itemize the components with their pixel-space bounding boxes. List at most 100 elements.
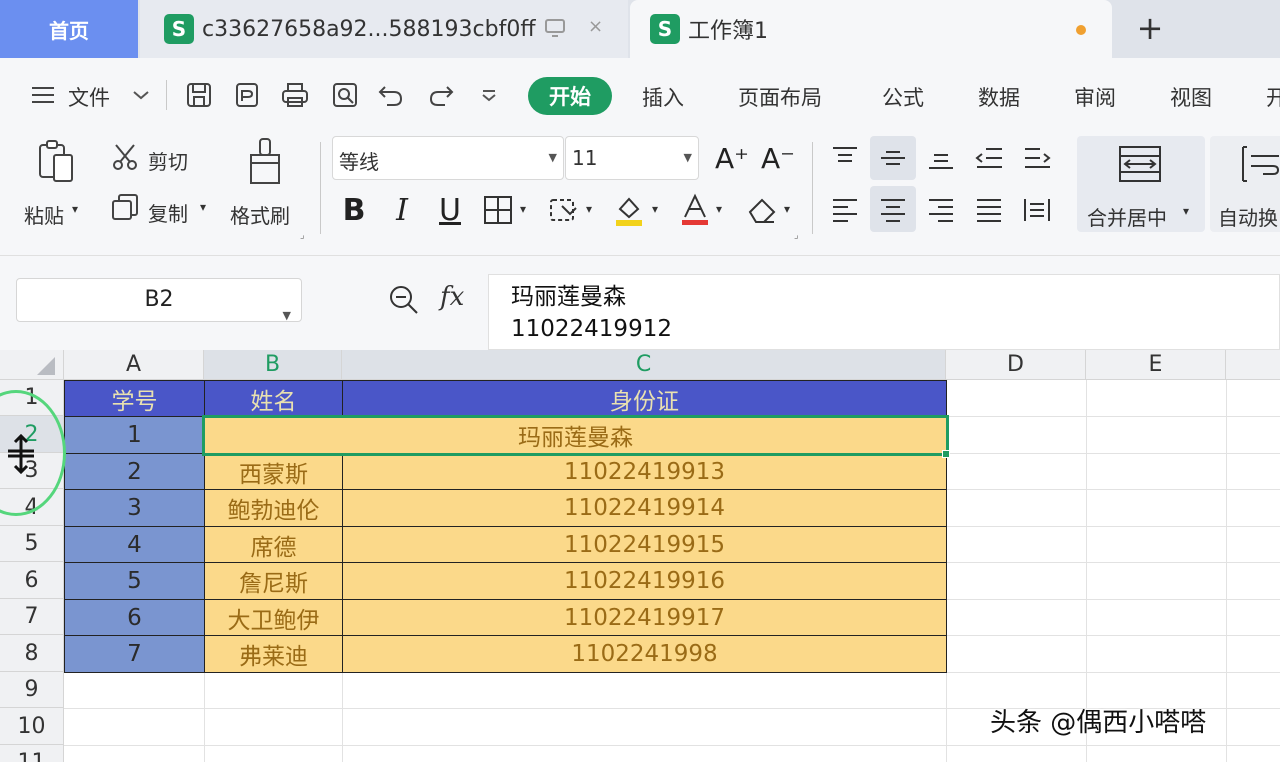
cell-a2[interactable]: 1 — [64, 416, 205, 454]
tab-close-icon[interactable]: × — [588, 16, 603, 37]
cell-c8[interactable]: 1102241998 — [342, 635, 947, 673]
cell-a7[interactable]: 6 — [64, 599, 205, 636]
format-painter-icon[interactable] — [242, 136, 288, 188]
tab-data[interactable]: 数据 — [978, 82, 1020, 112]
column-header-d[interactable]: D — [946, 350, 1086, 380]
customize-toolbar-icon[interactable] — [472, 78, 506, 112]
new-tab-button[interactable]: + — [1130, 8, 1170, 48]
cut-button[interactable]: 剪切 — [148, 146, 188, 175]
row-header-9[interactable]: 9 — [0, 672, 64, 708]
tab-home[interactable]: 首页 — [0, 0, 138, 58]
monitor-icon[interactable] — [544, 18, 566, 42]
spreadsheet-grid[interactable]: A B C D E 1 2 3 4 5 6 7 8 9 10 11 学号 姓名 — [0, 350, 1280, 762]
tab-review[interactable]: 审阅 — [1074, 82, 1116, 112]
menu-file[interactable]: 文件 — [68, 82, 110, 112]
align-center-icon[interactable] — [874, 192, 912, 228]
fill-style-dropdown-icon[interactable]: ▾ — [586, 202, 592, 216]
cell-c4[interactable]: 11022419914 — [342, 489, 947, 527]
copy-dropdown-icon[interactable]: ▾ — [200, 200, 206, 214]
name-box[interactable]: B2 ▼ — [16, 278, 302, 322]
column-header-c[interactable]: C — [342, 350, 946, 380]
indent-decrease-icon[interactable] — [970, 140, 1008, 176]
fill-style-icon[interactable] — [546, 192, 582, 228]
zoom-formula-icon[interactable] — [388, 284, 420, 323]
column-header-a[interactable]: A — [64, 350, 204, 380]
redo-icon[interactable] — [424, 78, 458, 112]
align-left-icon[interactable] — [826, 192, 864, 228]
align-top-icon[interactable] — [826, 140, 864, 176]
fill-color-dropdown-icon[interactable]: ▾ — [652, 202, 658, 216]
cell-a6[interactable]: 5 — [64, 562, 205, 600]
justify-icon[interactable] — [970, 192, 1008, 228]
align-right-icon[interactable] — [922, 192, 960, 228]
cell-a5[interactable]: 4 — [64, 526, 205, 563]
column-header-b[interactable]: B — [204, 350, 342, 380]
merge-center-button[interactable]: 合并居中 ▾ — [1077, 136, 1205, 232]
indent-increase-icon[interactable] — [1018, 140, 1056, 176]
undo-icon[interactable] — [374, 78, 408, 112]
clipboard-launcher-icon[interactable]: ⌟ — [300, 230, 305, 241]
cell-b3[interactable]: 西蒙斯 — [204, 453, 343, 490]
paste-button[interactable]: 粘贴 — [24, 200, 64, 229]
tab-start[interactable]: 开始 — [528, 77, 612, 115]
cell-c7[interactable]: 11022419917 — [342, 599, 947, 636]
tab-more[interactable]: 开 — [1266, 82, 1280, 112]
paste-icon[interactable] — [32, 138, 80, 186]
export-pdf-icon[interactable] — [230, 78, 264, 112]
font-name-select[interactable]: 等线 ▼ — [332, 136, 564, 180]
save-icon[interactable] — [182, 78, 216, 112]
cell-c5[interactable]: 11022419915 — [342, 526, 947, 563]
align-middle-icon[interactable] — [874, 140, 912, 176]
font-shrink-button[interactable]: A⁻ — [758, 138, 798, 178]
font-color-dropdown-icon[interactable]: ▾ — [716, 202, 722, 216]
tab-file[interactable]: S c33627658a92...588193cbf0ff × — [140, 0, 628, 58]
scissors-icon[interactable] — [108, 140, 142, 174]
tab-view[interactable]: 视图 — [1170, 82, 1212, 112]
cell-b6[interactable]: 詹尼斯 — [204, 562, 343, 600]
copy-button[interactable]: 复制 — [148, 198, 188, 227]
cell-b4[interactable]: 鲍勃迪伦 — [204, 489, 343, 527]
align-bottom-icon[interactable] — [922, 140, 960, 176]
font-size-select[interactable]: 11 ▼ — [565, 136, 699, 180]
cell-b8[interactable]: 弗莱迪 — [204, 635, 343, 673]
cell-a3[interactable]: 2 — [64, 453, 205, 490]
print-preview-icon[interactable] — [328, 78, 362, 112]
tab-active-workbook[interactable]: S 工作簿1 — [630, 0, 1112, 58]
row-header-5[interactable]: 5 — [0, 526, 64, 562]
format-painter-button[interactable]: 格式刷 — [230, 200, 290, 229]
print-icon[interactable] — [278, 78, 312, 112]
underline-button[interactable]: U — [432, 190, 468, 230]
borders-icon[interactable] — [480, 192, 516, 228]
eraser-icon[interactable] — [744, 192, 780, 228]
bold-button[interactable]: B — [336, 190, 372, 230]
formula-input[interactable]: 玛丽莲曼森 11022419912 — [488, 274, 1280, 350]
auto-wrap-button[interactable]: 自动换 — [1210, 136, 1280, 232]
copy-icon[interactable] — [108, 190, 142, 224]
eraser-dropdown-icon[interactable]: ▾ — [784, 202, 790, 216]
tab-page-layout[interactable]: 页面布局 — [738, 82, 822, 112]
hamburger-icon[interactable] — [26, 78, 60, 112]
cell-a4[interactable]: 3 — [64, 489, 205, 527]
chevron-down-icon[interactable] — [124, 78, 158, 112]
row-header-8[interactable]: 8 — [0, 635, 64, 672]
cell-b1[interactable]: 姓名 — [204, 380, 343, 417]
select-all-corner[interactable] — [0, 350, 64, 380]
italic-button[interactable]: I — [386, 190, 418, 230]
row-header-10[interactable]: 10 — [0, 708, 64, 745]
column-header-f[interactable] — [1226, 350, 1280, 380]
fx-icon[interactable]: fx — [440, 282, 464, 312]
cell-c1[interactable]: 身份证 — [342, 380, 947, 417]
row-header-6[interactable]: 6 — [0, 562, 64, 599]
font-launcher-icon[interactable]: ⌟ — [794, 230, 799, 241]
font-grow-button[interactable]: A⁺ — [712, 138, 752, 178]
cell-a8[interactable]: 7 — [64, 635, 205, 673]
paste-dropdown-icon[interactable]: ▾ — [72, 202, 78, 216]
row-header-11[interactable]: 11 — [0, 745, 64, 762]
fill-color-icon[interactable] — [610, 192, 648, 228]
cell-a1[interactable]: 学号 — [64, 380, 205, 417]
cell-b7[interactable]: 大卫鲍伊 — [204, 599, 343, 636]
tab-insert[interactable]: 插入 — [642, 82, 684, 112]
column-header-e[interactable]: E — [1086, 350, 1226, 380]
tab-formulas[interactable]: 公式 — [882, 82, 924, 112]
distribute-icon[interactable] — [1018, 192, 1056, 228]
